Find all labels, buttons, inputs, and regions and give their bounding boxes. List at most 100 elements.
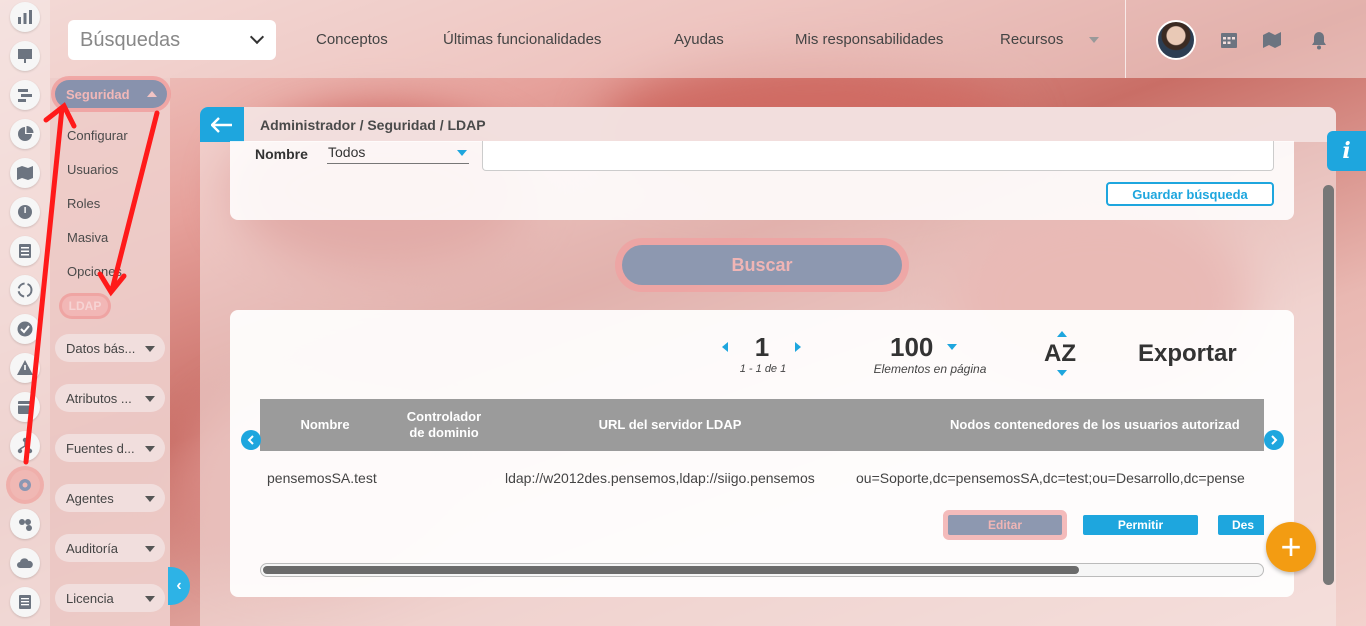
horizontal-scrollbar[interactable] bbox=[260, 563, 1264, 577]
chevron-down-icon bbox=[145, 546, 155, 552]
add-fab-button[interactable]: + bbox=[1266, 522, 1316, 572]
scroll-left-button[interactable] bbox=[241, 430, 261, 450]
group-auditoria[interactable]: Auditoría bbox=[55, 534, 165, 562]
page-range: 1 - 1 de 1 bbox=[739, 363, 787, 375]
group-agentes[interactable]: Agentes bbox=[55, 484, 165, 512]
main-header: Administrador / Seguridad / LDAP bbox=[200, 107, 1336, 142]
gear-icon[interactable] bbox=[10, 470, 40, 500]
hierarchy-icon[interactable] bbox=[10, 431, 40, 461]
column-header-nodos[interactable]: Nodos contenedores de los usuarios autor… bbox=[950, 417, 1264, 433]
presentation-icon[interactable] bbox=[10, 41, 40, 71]
results-table: Nombre Controlador de dominio URL del se… bbox=[260, 399, 1264, 559]
bell-icon[interactable] bbox=[1309, 30, 1329, 50]
sidebar-item-ldap[interactable]: LDAP bbox=[62, 296, 108, 316]
edit-button[interactable]: Editar bbox=[948, 515, 1062, 535]
per-page-value[interactable]: 100 bbox=[890, 332, 933, 363]
group-atributos[interactable]: Atributos ... bbox=[55, 384, 165, 412]
nav-ultimas-funcionalidades[interactable]: Últimas funcionalidades bbox=[443, 31, 601, 48]
export-button[interactable]: Exportar bbox=[1138, 340, 1237, 368]
cell-nodos: ou=Soporte,dc=pensemosSA,dc=test;ou=Desa… bbox=[856, 470, 1245, 486]
security-submenu: Seguridad Configurar Usuarios Roles Masi… bbox=[50, 78, 170, 626]
results-card: 1 1 - 1 de 1 100 Elementos en página AZ … bbox=[230, 310, 1294, 597]
group-label: Auditoría bbox=[66, 540, 119, 556]
column-header-url[interactable]: URL del servidor LDAP bbox=[560, 417, 780, 433]
warning-icon[interactable] bbox=[10, 353, 40, 383]
deny-button[interactable]: Des bbox=[1218, 515, 1264, 535]
chevron-down-icon[interactable] bbox=[947, 344, 957, 350]
info-button[interactable]: i bbox=[1327, 131, 1366, 171]
list-icon[interactable] bbox=[10, 236, 40, 266]
sort-button[interactable]: AZ bbox=[1044, 340, 1076, 368]
cycle-icon[interactable] bbox=[10, 275, 40, 305]
sort-up-icon[interactable] bbox=[1057, 331, 1067, 337]
save-search-button[interactable]: Guardar búsqueda bbox=[1106, 182, 1274, 206]
recursos-dropdown-icon[interactable] bbox=[1089, 37, 1099, 43]
group-label: Licencia bbox=[66, 590, 114, 606]
calendar-icon[interactable] bbox=[1219, 30, 1239, 50]
calendar-icon[interactable] bbox=[10, 392, 40, 422]
chevron-down-icon bbox=[145, 346, 155, 352]
permit-button[interactable]: Permitir bbox=[1083, 515, 1198, 535]
search-dropdown-label: Búsquedas bbox=[80, 28, 181, 51]
chevron-down-icon bbox=[145, 396, 155, 402]
scrollbar-thumb[interactable] bbox=[263, 566, 1079, 574]
nav-recursos[interactable]: Recursos bbox=[1000, 31, 1063, 48]
sidebar-item-opciones[interactable]: Opciones bbox=[67, 264, 122, 279]
scroll-right-button[interactable] bbox=[1264, 430, 1284, 450]
filter-operator-select[interactable]: Todos bbox=[327, 144, 469, 164]
cloud-icon[interactable] bbox=[10, 548, 40, 578]
map-icon[interactable] bbox=[10, 158, 40, 188]
sidebar-item-configurar[interactable]: Configurar bbox=[67, 128, 128, 143]
page-number: 1 bbox=[754, 332, 770, 362]
bar-chart-icon[interactable] bbox=[10, 2, 40, 32]
cell-url: ldap://w2012des.pensemos,ldap://siigo.pe… bbox=[505, 470, 815, 486]
filter-operator-value: Todos bbox=[328, 144, 366, 160]
check-icon[interactable] bbox=[10, 314, 40, 344]
column-header-controlador[interactable]: Controlador de dominio bbox=[398, 409, 490, 441]
group-label: Agentes bbox=[66, 490, 114, 506]
nav-mis-responsabilidades[interactable]: Mis responsabilidades bbox=[795, 31, 943, 48]
chevron-down-icon bbox=[145, 496, 155, 502]
chevron-down-icon bbox=[457, 150, 467, 156]
pie-chart-icon[interactable] bbox=[10, 119, 40, 149]
search-button[interactable]: Buscar bbox=[622, 245, 902, 285]
clock-icon[interactable] bbox=[10, 197, 40, 227]
group-licencia[interactable]: Licencia bbox=[55, 584, 165, 612]
avatar[interactable] bbox=[1156, 20, 1196, 60]
search-dropdown[interactable]: Búsquedas bbox=[68, 20, 276, 60]
top-bar: Búsquedas Conceptos Últimas funcionalida… bbox=[50, 0, 1366, 78]
arrow-left-icon bbox=[211, 116, 232, 133]
users-network-icon[interactable] bbox=[10, 509, 40, 539]
filter-value-input[interactable] bbox=[482, 141, 1274, 171]
table-header: Nombre Controlador de dominio URL del se… bbox=[260, 399, 1264, 451]
chevron-up-icon bbox=[147, 91, 157, 97]
document-list-icon[interactable] bbox=[10, 587, 40, 617]
breadcrumb: Administrador / Seguridad / LDAP bbox=[260, 117, 486, 133]
back-button[interactable] bbox=[200, 107, 244, 142]
sidebar-item-roles[interactable]: Roles bbox=[67, 196, 100, 211]
chevron-right-icon bbox=[1271, 435, 1278, 445]
gantt-icon[interactable] bbox=[10, 80, 40, 110]
map-icon[interactable] bbox=[1262, 30, 1282, 50]
icon-rail bbox=[0, 0, 50, 626]
group-datos-basicos[interactable]: Datos bás... bbox=[55, 334, 165, 362]
column-header-nombre[interactable]: Nombre bbox=[280, 417, 370, 433]
section-seguridad[interactable]: Seguridad bbox=[55, 80, 167, 108]
sidebar-item-masiva[interactable]: Masiva bbox=[67, 230, 108, 245]
sidebar-item-usuarios[interactable]: Usuarios bbox=[67, 162, 118, 177]
sort-down-icon[interactable] bbox=[1057, 370, 1067, 376]
nav-ayudas[interactable]: Ayudas bbox=[674, 31, 724, 48]
chevron-down-icon bbox=[249, 29, 265, 45]
chevron-left-icon bbox=[247, 435, 254, 445]
main-panel: Administrador / Seguridad / LDAP Nombre … bbox=[200, 107, 1336, 626]
filter-card: Nombre Todos Guardar búsqueda bbox=[230, 141, 1294, 220]
nav-conceptos[interactable]: Conceptos bbox=[316, 31, 388, 48]
chevron-down-icon bbox=[145, 446, 155, 452]
group-label: Atributos ... bbox=[66, 390, 132, 406]
prev-page-icon[interactable] bbox=[722, 342, 728, 352]
group-fuentes[interactable]: Fuentes d... bbox=[55, 434, 165, 462]
top-divider bbox=[1125, 0, 1126, 78]
vertical-scrollbar[interactable] bbox=[1323, 185, 1334, 585]
next-page-icon[interactable] bbox=[795, 342, 801, 352]
chevron-down-icon bbox=[145, 596, 155, 602]
